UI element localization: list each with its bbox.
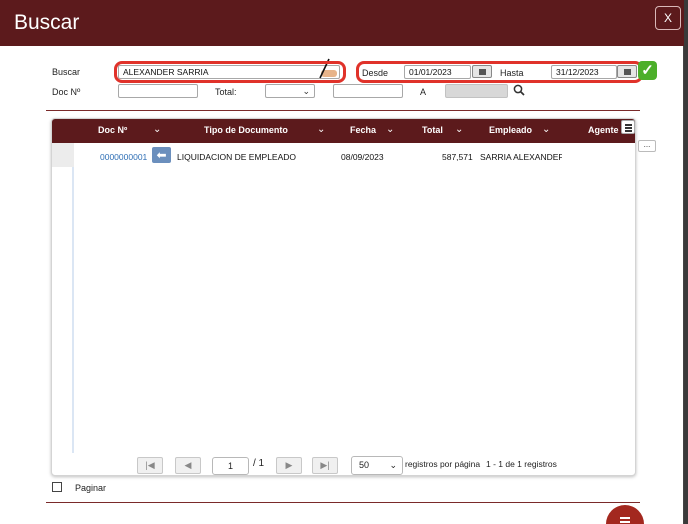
a-label: A [420, 87, 427, 97]
page-size-value: 50 [359, 460, 370, 470]
doc-number-link[interactable]: 0000000001 [100, 152, 147, 162]
last-page-button[interactable]: ▶| [312, 457, 338, 474]
buscar-label: Buscar [52, 67, 81, 77]
dialog-titlebar: Buscar X [0, 0, 684, 46]
search-icon[interactable] [513, 84, 525, 96]
cell-total: 587,571 [442, 152, 473, 162]
more-button[interactable]: ... [638, 140, 656, 152]
chevron-down-icon[interactable]: ⌄ [455, 124, 463, 135]
docno-label: Doc Nº [52, 87, 81, 97]
paginar-checkbox[interactable] [52, 482, 62, 492]
row-selector[interactable] [52, 143, 74, 167]
cell-tipo: LIQUIDACION DE EMPLEADO [177, 152, 297, 162]
menu-icon[interactable] [621, 120, 635, 134]
results-grid: Doc Nº ⌄ Tipo de Documento ⌄ Fecha ⌄ Tot… [51, 118, 636, 476]
form-divider [46, 110, 640, 111]
col-header-empleado[interactable]: Empleado [489, 125, 532, 135]
prev-page-button[interactable]: ◀ [175, 457, 201, 474]
first-page-button[interactable]: |◀ [137, 457, 163, 474]
col-header-doc[interactable]: Doc Nº [98, 125, 127, 135]
close-button[interactable]: X [655, 6, 681, 30]
total-to-input[interactable] [445, 84, 508, 98]
total-operator-select[interactable]: ⌄ [265, 84, 315, 98]
backdrop-edge [684, 0, 688, 524]
check-icon[interactable]: ✓ [638, 61, 657, 80]
next-page-button[interactable]: ▶ [276, 457, 302, 474]
fab-menu-button[interactable] [606, 505, 644, 524]
total-from-input[interactable] [333, 84, 403, 98]
col-header-agente[interactable]: Agente [588, 125, 619, 135]
chevron-down-icon: ⌄ [302, 86, 310, 96]
footer-divider [46, 502, 640, 503]
col-header-tipo[interactable]: Tipo de Documento [204, 125, 288, 135]
buscar-highlight [114, 61, 346, 83]
chevron-down-icon[interactable]: ⌄ [386, 124, 394, 135]
per-page-label: registros por página [405, 459, 481, 469]
date-range-highlight [356, 61, 643, 83]
grid-header: Doc Nº ⌄ Tipo de Documento ⌄ Fecha ⌄ Tot… [52, 119, 635, 143]
chevron-down-icon[interactable]: ⌄ [153, 124, 161, 135]
back-arrow-icon[interactable]: ⬅ [152, 147, 171, 163]
chevron-down-icon: ⌄ [389, 460, 397, 470]
search-dialog: Buscar X Buscar ALEXANDER SARRIA Desde 0… [0, 0, 684, 524]
range-label: 1 - 1 de 1 registros [486, 459, 557, 469]
row-gutter [52, 143, 74, 453]
cell-empleado: SARRIA ALEXANDEF [480, 152, 562, 162]
page-size-select[interactable]: 50 ⌄ [351, 456, 403, 475]
page-input[interactable]: 1 [212, 457, 249, 475]
page-total: / 1 [253, 458, 265, 469]
dialog-title: Buscar [14, 11, 80, 34]
col-header-fecha[interactable]: Fecha [350, 125, 376, 135]
cell-fecha: 08/09/2023 [341, 152, 384, 162]
chevron-down-icon[interactable]: ⌄ [317, 124, 325, 135]
total-label: Total: [215, 87, 237, 97]
docno-input[interactable] [118, 84, 198, 98]
chevron-down-icon[interactable]: ⌄ [542, 124, 550, 135]
col-header-total[interactable]: Total [422, 125, 443, 135]
paginar-label: Paginar [75, 483, 107, 493]
